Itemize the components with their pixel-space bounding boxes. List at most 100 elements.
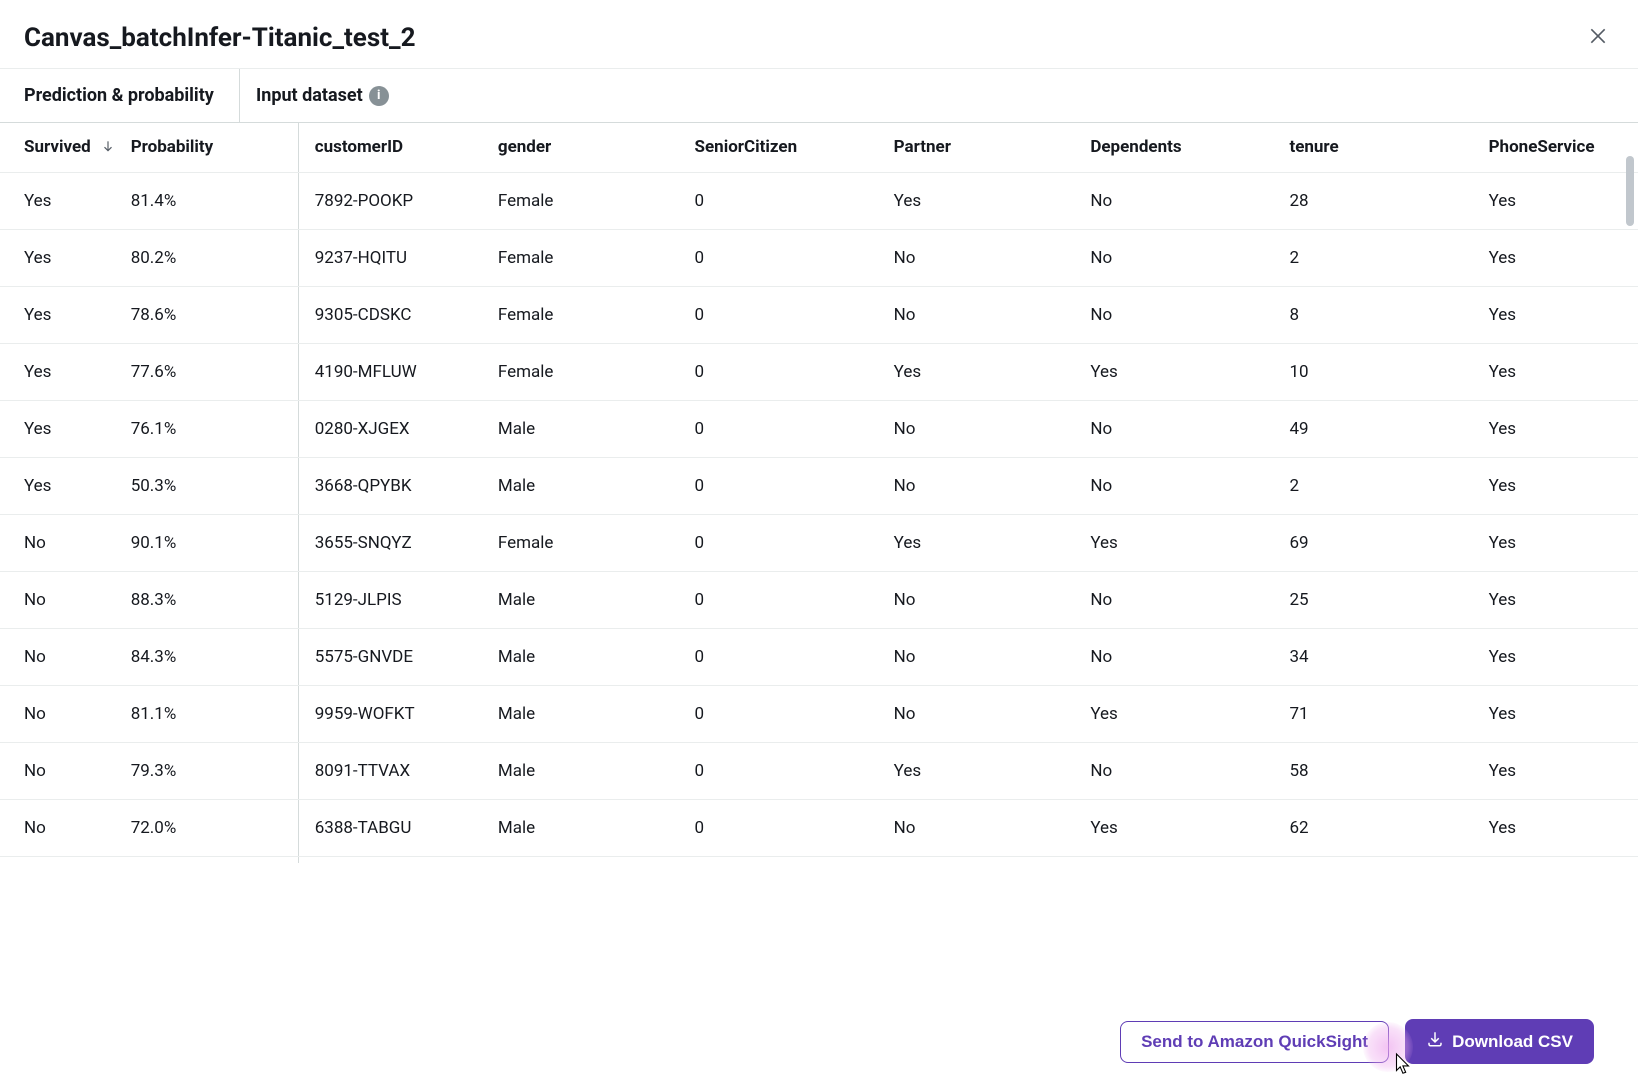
cell-dependents: Yes: [1090, 514, 1289, 571]
cell-survived: No: [0, 799, 131, 856]
cell-seniorcitizen: 0: [695, 628, 894, 685]
cell-gender: Female: [498, 514, 695, 571]
table-row[interactable]: Yes81.4%7892-POOKPFemale0YesNo28Yes: [0, 172, 1638, 229]
cell-customerid: 0280-XJGEX: [299, 400, 498, 457]
cell-partner: No: [894, 286, 1091, 343]
table-row[interactable]: No72.0%6388-TABGUMale0NoYes62Yes: [0, 799, 1638, 856]
cell-tenure: 62: [1289, 799, 1488, 856]
column-header-gender[interactable]: gender: [498, 123, 695, 172]
cell-survived: Yes: [0, 286, 131, 343]
cell-probability: 84.3%: [131, 628, 299, 685]
cell-gender: Male: [498, 742, 695, 799]
table-row[interactable]: No90.1%3655-SNQYZFemale0YesYes69Yes: [0, 514, 1638, 571]
cell-survived: Yes: [0, 229, 131, 286]
cell-customerid: 6388-TABGU: [299, 799, 498, 856]
download-csv-button[interactable]: Download CSV: [1405, 1019, 1594, 1064]
column-header-tenure[interactable]: tenure: [1289, 123, 1488, 172]
cell-survived: No: [0, 514, 131, 571]
table-row[interactable]: No81.1%9959-WOFKTMale0NoYes71Yes: [0, 685, 1638, 742]
column-header-label: Survived: [24, 137, 91, 157]
cell-phoneservice: Yes: [1489, 229, 1638, 286]
cell-seniorcitizen: 0: [695, 172, 894, 229]
cell-probability: 90.1%: [131, 514, 299, 571]
cell-customerid: 4190-MFLUW: [299, 343, 498, 400]
cell-survived: Yes: [0, 172, 131, 229]
table-row[interactable]: Yes78.6%9305-CDSKCFemale0NoNo8Yes: [0, 286, 1638, 343]
cell-gender: Male: [498, 799, 695, 856]
column-header-dependents[interactable]: Dependents: [1090, 123, 1289, 172]
cell-dependents: Yes: [1090, 799, 1289, 856]
cell-dependents: No: [1090, 856, 1289, 863]
cell-partner: Yes: [894, 742, 1091, 799]
table-row[interactable]: Yes50.3%3668-QPYBKMale0NoNo2Yes: [0, 457, 1638, 514]
cell-tenure: 58: [1289, 742, 1488, 799]
section-prediction-probability: Prediction & probability: [0, 69, 240, 122]
cell-probability: 50.3%: [131, 457, 299, 514]
column-header-phoneservice[interactable]: PhoneService: [1489, 123, 1638, 172]
column-header-seniorcitizen[interactable]: SeniorCitizen: [695, 123, 894, 172]
cell-partner: Yes: [894, 172, 1091, 229]
table-row[interactable]: Yes80.2%9237-HQITUFemale0NoNo2Yes: [0, 229, 1638, 286]
cell-customerid: 5575-GNVDE: [299, 628, 498, 685]
column-header-survived[interactable]: Survived: [0, 123, 131, 172]
column-header-probability[interactable]: Probability: [131, 123, 299, 172]
cell-probability: 71.9%: [131, 856, 299, 863]
table-row[interactable]: No84.3%5575-GNVDEMale0NoNo34Yes: [0, 628, 1638, 685]
cell-survived: Yes: [0, 343, 131, 400]
table-row[interactable]: Yes76.1%0280-XJGEXMale0NoNo49Yes: [0, 400, 1638, 457]
table-row[interactable]: Yes77.6%4190-MFLUWFemale0YesYes10Yes: [0, 343, 1638, 400]
cell-probability: 72.0%: [131, 799, 299, 856]
cell-probability: 81.4%: [131, 172, 299, 229]
cell-tenure: 49: [1289, 400, 1488, 457]
scrollbar-thumb[interactable]: [1626, 156, 1634, 226]
cell-gender: Female: [498, 286, 695, 343]
cell-tenure: 2: [1289, 229, 1488, 286]
cell-partner: No: [894, 229, 1091, 286]
cell-seniorcitizen: 0: [695, 571, 894, 628]
cell-dependents: No: [1090, 571, 1289, 628]
cell-probability: 78.6%: [131, 286, 299, 343]
results-table-scroll[interactable]: Survived Probability customerID gender S…: [0, 123, 1638, 863]
cell-gender: Female: [498, 343, 695, 400]
send-quicksight-button[interactable]: Send to Amazon QuickSight: [1120, 1021, 1389, 1063]
cell-seniorcitizen: 0: [695, 400, 894, 457]
cell-probability: 76.1%: [131, 400, 299, 457]
cell-gender: Male: [498, 856, 695, 863]
table-row[interactable]: No71.9%7795-CFOCWMale0NoNo45No: [0, 856, 1638, 863]
cell-dependents: Yes: [1090, 685, 1289, 742]
cell-phoneservice: Yes: [1489, 400, 1638, 457]
column-header-customerid[interactable]: customerID: [299, 123, 498, 172]
cell-partner: No: [894, 457, 1091, 514]
cell-survived: No: [0, 628, 131, 685]
cell-survived: No: [0, 571, 131, 628]
cell-dependents: Yes: [1090, 343, 1289, 400]
cell-customerid: 9237-HQITU: [299, 229, 498, 286]
table-header-row: Survived Probability customerID gender S…: [0, 123, 1638, 172]
column-header-partner[interactable]: Partner: [894, 123, 1091, 172]
cell-tenure: 28: [1289, 172, 1488, 229]
cell-phoneservice: Yes: [1489, 571, 1638, 628]
info-icon[interactable]: i: [369, 86, 389, 106]
cell-dependents: No: [1090, 457, 1289, 514]
cell-customerid: 7795-CFOCW: [299, 856, 498, 863]
cell-tenure: 45: [1289, 856, 1488, 863]
cell-phoneservice: Yes: [1489, 742, 1638, 799]
section-input-dataset: Input dataset i: [240, 69, 1638, 122]
table-row[interactable]: No88.3%5129-JLPISMale0NoNo25Yes: [0, 571, 1638, 628]
cell-seniorcitizen: 0: [695, 229, 894, 286]
cell-survived: Yes: [0, 457, 131, 514]
cell-survived: No: [0, 856, 131, 863]
cell-partner: Yes: [894, 343, 1091, 400]
cell-dependents: No: [1090, 229, 1289, 286]
cell-gender: Female: [498, 229, 695, 286]
cell-tenure: 25: [1289, 571, 1488, 628]
cell-probability: 79.3%: [131, 742, 299, 799]
cell-seniorcitizen: 0: [695, 856, 894, 863]
cell-phoneservice: Yes: [1489, 172, 1638, 229]
cell-gender: Male: [498, 685, 695, 742]
cell-customerid: 7892-POOKP: [299, 172, 498, 229]
cell-partner: No: [894, 799, 1091, 856]
table-row[interactable]: No79.3%8091-TTVAXMale0YesNo58Yes: [0, 742, 1638, 799]
close-button[interactable]: [1582, 20, 1614, 56]
cell-phoneservice: No: [1489, 856, 1638, 863]
